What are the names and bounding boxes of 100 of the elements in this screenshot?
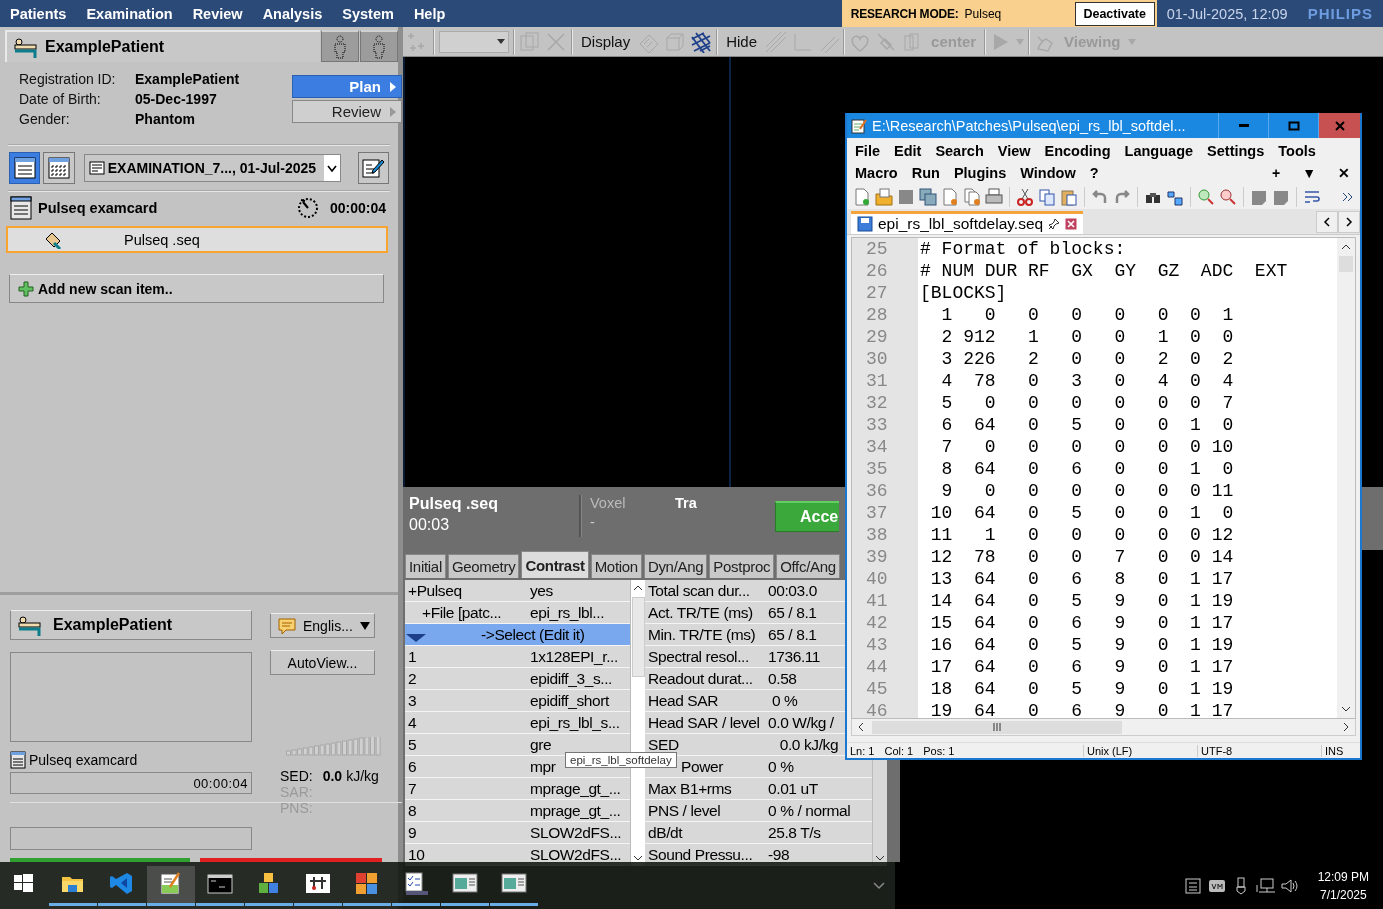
parameter-row[interactable]: 9 SLOW2dFS... bbox=[405, 822, 630, 844]
menu-item[interactable]: Tools bbox=[1278, 143, 1316, 159]
file-tab[interactable]: epi_rs_lbl_softdelay.seq bbox=[851, 211, 1084, 234]
value-text: 0.0 kJ/kg bbox=[778, 735, 839, 754]
tab[interactable]: Offc/Ang bbox=[776, 554, 840, 578]
deactivate-button[interactable]: Deactivate bbox=[1074, 1, 1155, 26]
tab[interactable]: Contrast bbox=[521, 551, 589, 578]
menu-item[interactable]: Search bbox=[935, 143, 984, 159]
menu-item[interactable]: Plugins bbox=[953, 165, 1007, 181]
parameter-row[interactable]: 5 gre bbox=[405, 734, 630, 756]
list-icon bbox=[13, 157, 36, 179]
menu-control[interactable]: ▼ bbox=[1298, 165, 1320, 181]
person-tab[interactable] bbox=[360, 30, 398, 62]
line-number: 45 bbox=[865, 678, 889, 700]
tab[interactable]: Postproc bbox=[709, 554, 775, 578]
parameter-row[interactable]: 4 epi_rs_lbl_s... bbox=[405, 712, 630, 734]
pin-icon bbox=[1048, 218, 1061, 230]
patient-bed-icon bbox=[17, 613, 43, 637]
value-text: 25.8 T/s bbox=[768, 823, 821, 842]
print-icon bbox=[985, 187, 1003, 206]
code-line: 4 78 0 3 0 4 0 4 bbox=[940, 370, 1235, 392]
clock-time: 12:09 PM bbox=[1317, 869, 1369, 884]
close-all-icon bbox=[963, 187, 981, 206]
scrollbar[interactable] bbox=[851, 719, 1356, 736]
line-number: 38 bbox=[865, 524, 889, 546]
edit-button[interactable] bbox=[357, 152, 389, 184]
tab[interactable]: Dyn/Ang bbox=[643, 554, 708, 578]
research-mode-value: Pulseq bbox=[964, 6, 1002, 21]
menu-item[interactable]: Settings bbox=[1207, 143, 1265, 159]
tab[interactable]: Geometry bbox=[447, 554, 520, 578]
document-icon bbox=[88, 161, 105, 175]
value-text: 0.01 uT bbox=[768, 779, 818, 798]
language-dropdown[interactable]: Englis... bbox=[270, 613, 375, 638]
patient-tab[interactable]: ExamplePatient bbox=[5, 30, 320, 62]
menu-item[interactable]: Review bbox=[182, 5, 253, 22]
line-number: 34 bbox=[865, 436, 889, 458]
parameter-row[interactable]: +File [patc... epi_rs_lbl... bbox=[405, 602, 630, 624]
value-text: 65 / 8.1 bbox=[768, 603, 817, 622]
menu-item[interactable]: Language bbox=[1124, 143, 1194, 159]
grid-view-button[interactable] bbox=[43, 152, 75, 184]
tab[interactable]: Motion bbox=[590, 554, 642, 578]
menu-item[interactable]: Encoding bbox=[1044, 143, 1111, 159]
list-view-button[interactable] bbox=[9, 152, 41, 184]
parameter-row[interactable]: ->Select (Edit it) bbox=[405, 624, 630, 646]
minimize-icon bbox=[1238, 124, 1249, 127]
menu-item[interactable]: View bbox=[997, 143, 1031, 159]
parameter-row[interactable]: 8 mprage_gt_... bbox=[405, 800, 630, 822]
paste-icon bbox=[1060, 187, 1078, 206]
start-scan-button[interactable] bbox=[10, 858, 190, 862]
speaker-icon bbox=[1279, 876, 1300, 895]
scroll-thumb[interactable] bbox=[872, 720, 1122, 734]
parameter-value: epi_rs_lbl... bbox=[529, 603, 605, 622]
sed-unit: kJ/kg bbox=[346, 768, 379, 784]
scroll-right-button[interactable] bbox=[1338, 211, 1360, 233]
close-button[interactable] bbox=[1318, 113, 1360, 138]
menu-item[interactable]: System bbox=[332, 5, 404, 22]
code-line: 19 64 0 6 9 0 1 17 bbox=[929, 700, 1235, 718]
examination-dropdown[interactable]: EXAMINATION_7..., 01-Jul-2025 bbox=[83, 154, 341, 182]
examcard-icon bbox=[10, 751, 26, 769]
parameter-name: 10 bbox=[407, 845, 426, 864]
person-tab[interactable] bbox=[321, 30, 359, 62]
menu-item[interactable]: Patients bbox=[0, 5, 77, 22]
parameter-row[interactable]: 2 epidiff_3_s... bbox=[405, 668, 630, 690]
scrollbar[interactable] bbox=[1337, 238, 1355, 718]
parameter-row[interactable]: +Pulseq yes bbox=[405, 580, 630, 602]
save-all-icon bbox=[919, 187, 937, 206]
code-line: 10 64 0 5 0 0 1 0 bbox=[929, 502, 1235, 524]
menu-item[interactable]: Help bbox=[403, 5, 456, 22]
menu-item[interactable]: Examination bbox=[76, 5, 183, 22]
patient-button[interactable]: ExamplePatient bbox=[10, 610, 252, 640]
menu-item[interactable]: ? bbox=[1089, 165, 1099, 181]
line-number: 44 bbox=[865, 656, 889, 678]
menu-item[interactable]: Macro bbox=[855, 165, 898, 181]
menu-item[interactable]: Run bbox=[911, 165, 940, 181]
menu-control[interactable]: ✕ bbox=[1334, 165, 1354, 181]
code-editor-icon bbox=[109, 871, 135, 897]
scroll-down-icon bbox=[633, 855, 643, 862]
toolbar-label-button[interactable]: Display bbox=[577, 33, 635, 50]
parameter-row[interactable]: 3 epidiff_short bbox=[405, 690, 630, 712]
parameter-row[interactable]: 1 1x128EPI_r... bbox=[405, 646, 630, 668]
scroll-left-button[interactable] bbox=[1316, 211, 1338, 233]
mode-tab[interactable]: Plan bbox=[292, 75, 402, 98]
parameter-row[interactable]: 7 mprage_gt_... bbox=[405, 778, 630, 800]
parameter-name: +File [patc... bbox=[421, 603, 503, 622]
toolbar-label-button[interactable]: Hide bbox=[722, 33, 762, 50]
menu-item[interactable]: Edit bbox=[894, 143, 922, 159]
examcard-icon bbox=[10, 196, 32, 220]
scroll-up-icon bbox=[1341, 243, 1351, 250]
menu-item[interactable]: File bbox=[855, 143, 880, 159]
menu-control[interactable]: + bbox=[1267, 165, 1285, 181]
tab[interactable]: Initial bbox=[405, 554, 446, 578]
taskbar-app[interactable] bbox=[147, 865, 195, 906]
autoview-button[interactable]: AutoView... bbox=[270, 650, 375, 675]
add-scan-button[interactable]: Add new scan item.. bbox=[9, 274, 384, 303]
menu-item[interactable]: Analysis bbox=[252, 5, 333, 22]
mode-tab[interactable]: Review bbox=[292, 100, 402, 123]
person-icon bbox=[371, 34, 387, 59]
menu-item[interactable]: Window bbox=[1020, 165, 1076, 181]
scroll-thumb[interactable] bbox=[631, 597, 645, 677]
scan-item[interactable]: Pulseq .seq bbox=[6, 226, 388, 253]
